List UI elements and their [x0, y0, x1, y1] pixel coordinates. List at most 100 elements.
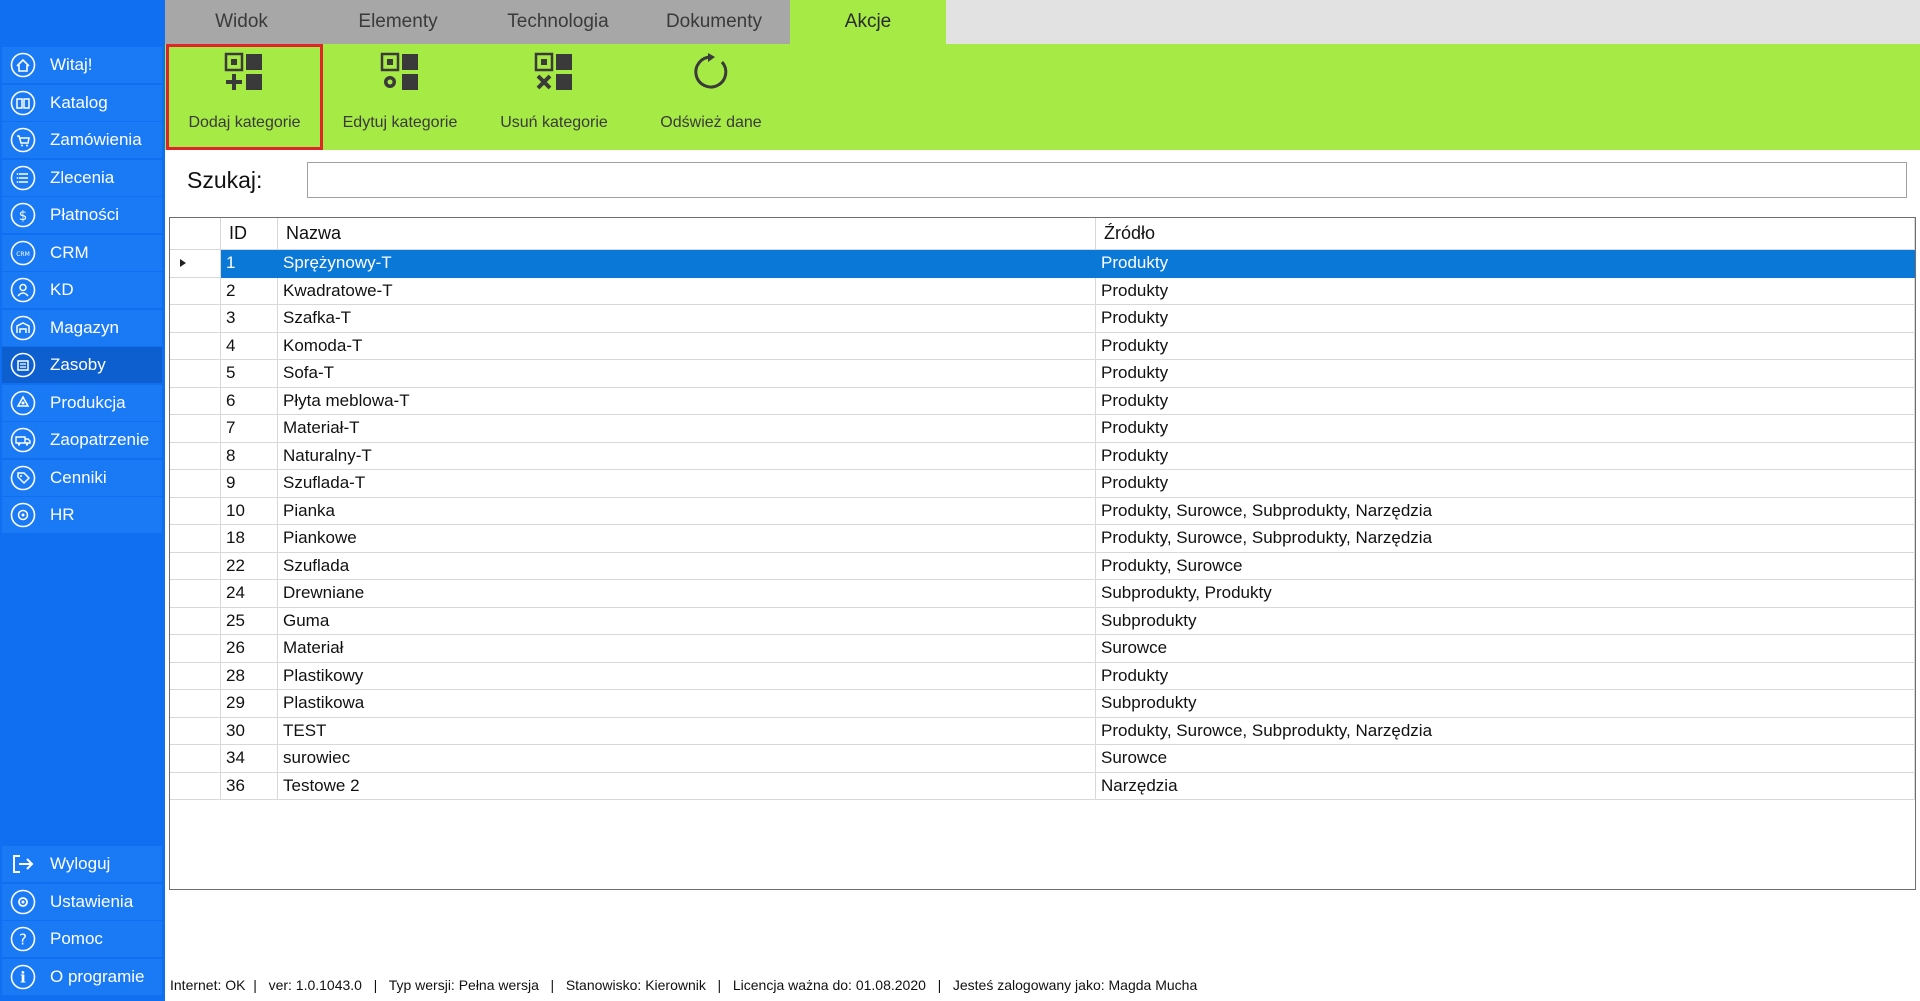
row-header[interactable]: [170, 552, 221, 580]
sidebar-item-hr[interactable]: HR: [2, 497, 162, 533]
sidebar-item-pomoc[interactable]: ? Pomoc: [2, 921, 162, 957]
cell-nazwa[interactable]: Guma: [278, 607, 1096, 635]
cell-nazwa[interactable]: Materiał: [278, 635, 1096, 663]
sidebar-item-ustawienia[interactable]: Ustawienia: [2, 883, 162, 920]
table-row[interactable]: 25 Guma Subprodukty: [170, 607, 1915, 635]
sidebar-item-zasoby[interactable]: Zasoby: [2, 347, 162, 383]
cell-zrodlo[interactable]: Subprodukty: [1096, 690, 1915, 718]
row-header[interactable]: [170, 717, 221, 745]
row-header[interactable]: [170, 387, 221, 415]
table-row[interactable]: 22 Szuflada Produkty, Surowce: [170, 552, 1915, 580]
cell-nazwa[interactable]: Testowe 2: [278, 772, 1096, 800]
cell-nazwa[interactable]: Sprężynowy-T: [278, 250, 1096, 278]
table-row[interactable]: 10 Pianka Produkty, Surowce, Subprodukty, …: [170, 497, 1915, 525]
cell-zrodlo[interactable]: Subprodukty: [1096, 607, 1915, 635]
cell-id[interactable]: 22: [221, 552, 278, 580]
tab-technologia[interactable]: Technologia: [478, 0, 638, 44]
cell-nazwa[interactable]: Piankowe: [278, 525, 1096, 553]
row-header[interactable]: [170, 497, 221, 525]
cell-id[interactable]: 5: [221, 360, 278, 388]
search-input[interactable]: [307, 162, 1907, 198]
sidebar-item-cenniki[interactable]: Cenniki: [2, 459, 162, 496]
table-row[interactable]: 29 Plastikowa Subprodukty: [170, 690, 1915, 718]
cell-zrodlo[interactable]: Produkty, Surowce: [1096, 552, 1915, 580]
refresh-data-button[interactable]: Odśwież dane: [634, 44, 788, 150]
cell-id[interactable]: 9: [221, 470, 278, 498]
tab-widok[interactable]: Widok: [165, 0, 318, 44]
sidebar-item-zaopatrzenie[interactable]: Zaopatrzenie: [2, 422, 162, 458]
row-header[interactable]: [170, 470, 221, 498]
table-row[interactable]: 8 Naturalny-T Produkty: [170, 442, 1915, 470]
row-header[interactable]: [170, 690, 221, 718]
cell-id[interactable]: 30: [221, 717, 278, 745]
cell-zrodlo[interactable]: Narzędzia: [1096, 772, 1915, 800]
sidebar-item-zlecenia[interactable]: Zlecenia: [2, 159, 162, 196]
row-header[interactable]: [170, 360, 221, 388]
row-header[interactable]: [170, 635, 221, 663]
row-header[interactable]: [170, 332, 221, 360]
cell-nazwa[interactable]: TEST: [278, 717, 1096, 745]
add-category-button[interactable]: Dodaj kategorie: [166, 44, 323, 150]
cell-zrodlo[interactable]: Produkty, Surowce, Subprodukty, Narzędzi…: [1096, 525, 1915, 553]
sidebar-item-platnosci[interactable]: $ Płatności: [2, 197, 162, 233]
cell-zrodlo[interactable]: Produkty: [1096, 305, 1915, 333]
cell-id[interactable]: 3: [221, 305, 278, 333]
edit-category-button[interactable]: Edytuj kategorie: [323, 44, 477, 150]
sidebar-item-magazyn[interactable]: Magazyn: [2, 309, 162, 346]
table-row[interactable]: 7 Materiał-T Produkty: [170, 415, 1915, 443]
cell-id[interactable]: 10: [221, 497, 278, 525]
cell-zrodlo[interactable]: Produkty, Surowce, Subprodukty, Narzędzi…: [1096, 717, 1915, 745]
row-header[interactable]: [170, 415, 221, 443]
table-row[interactable]: 2 Kwadratowe-T Produkty: [170, 277, 1915, 305]
cell-id[interactable]: 2: [221, 277, 278, 305]
tab-akcje[interactable]: Akcje: [790, 0, 946, 44]
table-row[interactable]: 9 Szuflada-T Produkty: [170, 470, 1915, 498]
cell-id[interactable]: 1: [221, 250, 278, 278]
cell-id[interactable]: 29: [221, 690, 278, 718]
cell-zrodlo[interactable]: Produkty: [1096, 662, 1915, 690]
row-header[interactable]: [170, 607, 221, 635]
cell-nazwa[interactable]: Płyta meblowa-T: [278, 387, 1096, 415]
delete-category-button[interactable]: Usuń kategorie: [477, 44, 631, 150]
sidebar-item-kd[interactable]: KD: [2, 272, 162, 308]
cell-nazwa[interactable]: Plastikowa: [278, 690, 1096, 718]
column-header-zrodlo[interactable]: Źródło: [1096, 218, 1915, 250]
table-row[interactable]: 30 TEST Produkty, Surowce, Subprodukty, Na…: [170, 717, 1915, 745]
cell-id[interactable]: 25: [221, 607, 278, 635]
cell-nazwa[interactable]: Drewniane: [278, 580, 1096, 608]
cell-nazwa[interactable]: Szuflada-T: [278, 470, 1096, 498]
sidebar-item-witaj[interactable]: Witaj!: [2, 47, 162, 83]
cell-id[interactable]: 7: [221, 415, 278, 443]
cell-nazwa[interactable]: Sofa-T: [278, 360, 1096, 388]
table-row[interactable]: 18 Piankowe Produkty, Surowce, Subprodukty…: [170, 525, 1915, 553]
table-row[interactable]: 3 Szafka-T Produkty: [170, 305, 1915, 333]
cell-id[interactable]: 24: [221, 580, 278, 608]
cell-zrodlo[interactable]: Surowce: [1096, 745, 1915, 773]
cell-zrodlo[interactable]: Produkty: [1096, 250, 1915, 278]
cell-id[interactable]: 4: [221, 332, 278, 360]
cell-zrodlo[interactable]: Produkty: [1096, 442, 1915, 470]
row-header[interactable]: [170, 305, 221, 333]
sidebar-item-crm[interactable]: CRM CRM: [2, 234, 162, 271]
sidebar-item-wyloguj[interactable]: Wyloguj: [2, 846, 162, 882]
cell-zrodlo[interactable]: Produkty, Surowce, Subprodukty, Narzędzi…: [1096, 497, 1915, 525]
cell-nazwa[interactable]: Pianka: [278, 497, 1096, 525]
cell-nazwa[interactable]: Naturalny-T: [278, 442, 1096, 470]
cell-zrodlo[interactable]: Produkty: [1096, 277, 1915, 305]
cell-id[interactable]: 28: [221, 662, 278, 690]
cell-nazwa[interactable]: Komoda-T: [278, 332, 1096, 360]
cell-id[interactable]: 18: [221, 525, 278, 553]
cell-zrodlo[interactable]: Surowce: [1096, 635, 1915, 663]
table-row[interactable]: 26 Materiał Surowce: [170, 635, 1915, 663]
table-row[interactable]: 4 Komoda-T Produkty: [170, 332, 1915, 360]
row-header[interactable]: [170, 580, 221, 608]
sidebar-item-o-programie[interactable]: i O programie: [2, 958, 162, 995]
column-header-id[interactable]: ID: [221, 218, 278, 250]
table-row[interactable]: 6 Płyta meblowa-T Produkty: [170, 387, 1915, 415]
tab-dokumenty[interactable]: Dokumenty: [638, 0, 790, 44]
cell-zrodlo[interactable]: Produkty: [1096, 360, 1915, 388]
tab-elementy[interactable]: Elementy: [318, 0, 478, 44]
cell-zrodlo[interactable]: Produkty: [1096, 387, 1915, 415]
table-row[interactable]: 28 Plastikowy Produkty: [170, 662, 1915, 690]
cell-zrodlo[interactable]: Produkty: [1096, 415, 1915, 443]
